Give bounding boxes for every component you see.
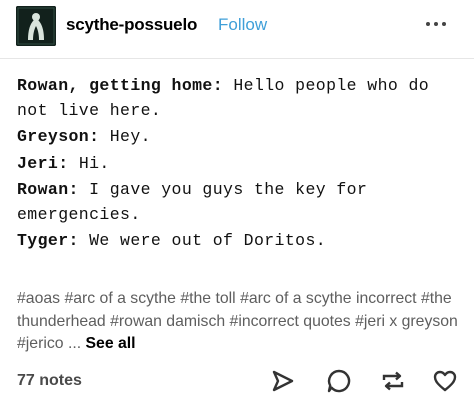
speaker-name: Tyger: bbox=[17, 231, 79, 250]
post-header: scythe-possuelo Follow bbox=[0, 0, 474, 59]
follow-button[interactable]: Follow bbox=[218, 15, 267, 35]
dialogue-line: Rowan, getting home: Hello people who do… bbox=[17, 74, 462, 123]
speaker-name: Rowan: bbox=[17, 180, 79, 199]
tag-link[interactable]: #jerico bbox=[17, 335, 64, 352]
dialogue-text: Hey. bbox=[99, 127, 151, 146]
tag-link[interactable]: #incorrect quotes bbox=[230, 313, 351, 330]
post-body: Rowan, getting home: Hello people who do… bbox=[17, 74, 462, 256]
tag-link[interactable]: #aoas bbox=[17, 290, 60, 307]
reblog-icon[interactable] bbox=[380, 368, 406, 394]
speaker-name: Greyson: bbox=[17, 127, 100, 146]
reply-icon[interactable] bbox=[326, 368, 352, 394]
post-footer: 77 notes bbox=[0, 356, 474, 404]
post-author-name[interactable]: scythe-possuelo bbox=[66, 15, 197, 35]
share-icon[interactable] bbox=[270, 368, 296, 394]
more-options-icon[interactable] bbox=[423, 14, 449, 34]
dialogue-text: Hi. bbox=[68, 153, 110, 173]
dialogue-text: We were out of Doritos. bbox=[78, 231, 327, 250]
heart-icon[interactable] bbox=[432, 368, 458, 394]
post-tags: #aoas #arc of a scythe #the toll #arc of… bbox=[17, 288, 462, 356]
dialogue-line: Rowan: I gave you guys the key for emerg… bbox=[17, 178, 462, 227]
speaker-name: Jeri: bbox=[17, 153, 69, 173]
tags-ellipsis: ... bbox=[67, 335, 82, 352]
tag-link[interactable]: #arc of a scythe incorrect bbox=[240, 290, 416, 307]
avatar[interactable] bbox=[16, 6, 56, 46]
see-all-tags-link[interactable]: See all bbox=[86, 335, 136, 352]
tag-link[interactable]: #rowan damisch bbox=[110, 313, 225, 330]
dialogue-line: Jeri: Hi. bbox=[17, 152, 462, 177]
tag-link[interactable]: #the toll bbox=[180, 290, 235, 307]
speaker-name: Rowan, getting home: bbox=[17, 76, 224, 95]
dialogue-line: Tyger: We were out of Doritos. bbox=[17, 229, 462, 254]
dialogue-line: Greyson: Hey. bbox=[17, 125, 462, 150]
tag-link[interactable]: #jeri x greyson bbox=[355, 313, 458, 330]
tag-link[interactable]: #arc of a scythe bbox=[64, 290, 176, 307]
notes-count[interactable]: 77 notes bbox=[17, 372, 82, 390]
